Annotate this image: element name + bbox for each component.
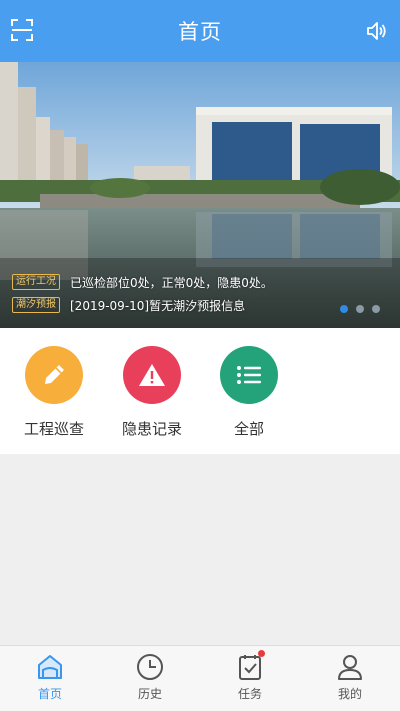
inspection-button[interactable]: 工程巡查 [14,346,94,439]
nav-label: 历史 [137,687,162,701]
all-icon-circle [220,346,278,404]
hazard-record-label: 隐患记录 [121,420,182,438]
hazard-record-button[interactable]: 隐患记录 [112,346,192,439]
inspection-label: 工程巡查 [23,420,84,438]
nav-home[interactable]: 首页 [0,646,100,711]
top-bar: 首页 [0,0,400,62]
all-button[interactable]: 全部 [209,346,289,439]
pen-icon [45,365,64,384]
user-icon [338,655,362,680]
ticker-text: 已巡检部位0处，正常0处，隐患0处。 [70,275,273,290]
ticker-row-operation[interactable]: 运行工况 已巡检部位0处，正常0处，隐患0处。 [12,272,273,292]
home-icon [38,655,62,679]
list-icon [237,366,261,384]
page-title: 首页 [178,20,222,44]
scan-icon [11,19,33,41]
all-label: 全部 [233,420,264,438]
nav-mine[interactable]: 我的 [300,646,400,711]
hazard-icon-circle [123,346,181,404]
ticker-text: [2019-09-10]暂无潮汐预报信息 [70,298,246,313]
sound-button[interactable] [364,18,390,44]
carousel-dot[interactable] [356,305,364,313]
bottom-nav: 首页 历史 任务 我的 [0,645,400,711]
nav-label: 任务 [237,687,262,701]
clock-icon [137,654,163,680]
ticker-row-tide[interactable]: 潮汐预报 [2019-09-10]暂无潮汐预报信息 [12,295,245,315]
inspection-icon-circle [25,346,83,404]
tasks-badge [258,650,265,657]
speaker-icon [367,22,386,40]
quick-actions: 工程巡查 隐患记录 全部 [0,328,400,454]
nav-history[interactable]: 历史 [100,646,200,711]
carousel-dot[interactable] [372,305,380,313]
banner-carousel[interactable]: 运行工况 已巡检部位0处，正常0处，隐患0处。 潮汐预报 [2019-09-10… [0,62,400,328]
carousel-dot[interactable] [340,305,348,313]
nav-label: 首页 [37,687,62,701]
warning-icon [139,364,165,386]
scan-button[interactable] [10,18,34,42]
nav-label: 我的 [337,687,362,701]
ticker-tag: 潮汐预报 [12,297,60,313]
nav-tasks[interactable]: 任务 [200,646,300,711]
carousel-indicator [340,305,380,313]
ticker-tag: 运行工况 [12,274,60,290]
